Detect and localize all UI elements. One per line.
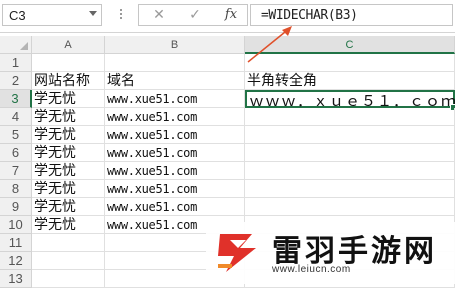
row-header-3[interactable]: 3	[0, 90, 32, 108]
cell-c6[interactable]	[245, 144, 455, 162]
cell-b5[interactable]: www.xue51.com	[105, 126, 245, 144]
cell-a10[interactable]: 学无忧	[32, 216, 105, 234]
select-all-corner[interactable]	[0, 36, 32, 54]
cell-a4[interactable]: 学无忧	[32, 108, 105, 126]
row-header-7[interactable]: 7	[0, 162, 32, 180]
cell-a11[interactable]	[32, 234, 105, 252]
row-header-10[interactable]: 10	[0, 216, 32, 234]
cell-c5[interactable]	[245, 126, 455, 144]
row-header-11[interactable]: 11	[0, 234, 32, 252]
cell-a3[interactable]: 学无忧	[32, 90, 105, 108]
cell-c1[interactable]	[245, 54, 455, 72]
cell-c4[interactable]	[245, 108, 455, 126]
column-header-b[interactable]: B	[105, 36, 245, 54]
cell-a6[interactable]: 学无忧	[32, 144, 105, 162]
formula-bar: C3 ✕ ✓ fx =WIDECHAR(B3)	[0, 0, 455, 33]
cancel-icon[interactable]: ✕	[145, 6, 173, 24]
cell-c2[interactable]: 半角转全角	[245, 72, 455, 90]
cell-a5[interactable]: 学无忧	[32, 126, 105, 144]
lightning-logo-icon	[218, 234, 256, 272]
cell-b8[interactable]: www.xue51.com	[105, 180, 245, 198]
row-header-5[interactable]: 5	[0, 126, 32, 144]
formula-text: =WIDECHAR(B3)	[261, 8, 358, 23]
cell-b4[interactable]: www.xue51.com	[105, 108, 245, 126]
enter-check-icon[interactable]: ✓	[181, 6, 209, 24]
formula-input[interactable]: =WIDECHAR(B3)	[250, 4, 453, 26]
row-header-4[interactable]: 4	[0, 108, 32, 126]
cell-b1[interactable]	[105, 54, 245, 72]
chevron-down-icon[interactable]	[89, 11, 97, 16]
column-header-a[interactable]: A	[32, 36, 105, 54]
select-all-icon	[20, 42, 28, 50]
watermark: 雷羽手游网 www.leiucn.com	[206, 222, 455, 284]
cell-b2[interactable]: 域名	[105, 72, 245, 90]
cell-a13[interactable]	[32, 270, 105, 288]
cell-b6[interactable]: www.xue51.com	[105, 144, 245, 162]
cell-b9[interactable]: www.xue51.com	[105, 198, 245, 216]
drag-handle-icon[interactable]	[120, 9, 124, 23]
cell-c8[interactable]	[245, 180, 455, 198]
row-header-6[interactable]: 6	[0, 144, 32, 162]
row-header-2[interactable]: 2	[0, 72, 32, 90]
row-header-9[interactable]: 9	[0, 198, 32, 216]
row-header-1[interactable]: 1	[0, 54, 32, 72]
name-box-value: C3	[9, 8, 26, 23]
column-header-c[interactable]: C	[245, 36, 455, 54]
cell-b3[interactable]: www.xue51.com	[105, 90, 245, 108]
cell-a2[interactable]: 网站名称	[32, 72, 105, 90]
formula-buttons: ✕ ✓ fx	[138, 4, 248, 26]
row-header-13[interactable]: 13	[0, 270, 32, 288]
cell-a12[interactable]	[32, 252, 105, 270]
cell-a9[interactable]: 学无忧	[32, 198, 105, 216]
cell-c9[interactable]	[245, 198, 455, 216]
row-header-8[interactable]: 8	[0, 180, 32, 198]
row-header-12[interactable]: 12	[0, 252, 32, 270]
cell-a8[interactable]: 学无忧	[32, 180, 105, 198]
cell-b7[interactable]: www.xue51.com	[105, 162, 245, 180]
watermark-url: www.leiucn.com	[272, 264, 351, 275]
cell-c3[interactable]: ｗｗｗ．ｘｕｅ５１．ｃｏｍ	[245, 90, 455, 110]
insert-function-icon[interactable]: fx	[217, 6, 245, 24]
name-box[interactable]: C3	[2, 4, 102, 26]
cell-a7[interactable]: 学无忧	[32, 162, 105, 180]
cell-a1[interactable]	[32, 54, 105, 72]
cell-c7[interactable]	[245, 162, 455, 180]
